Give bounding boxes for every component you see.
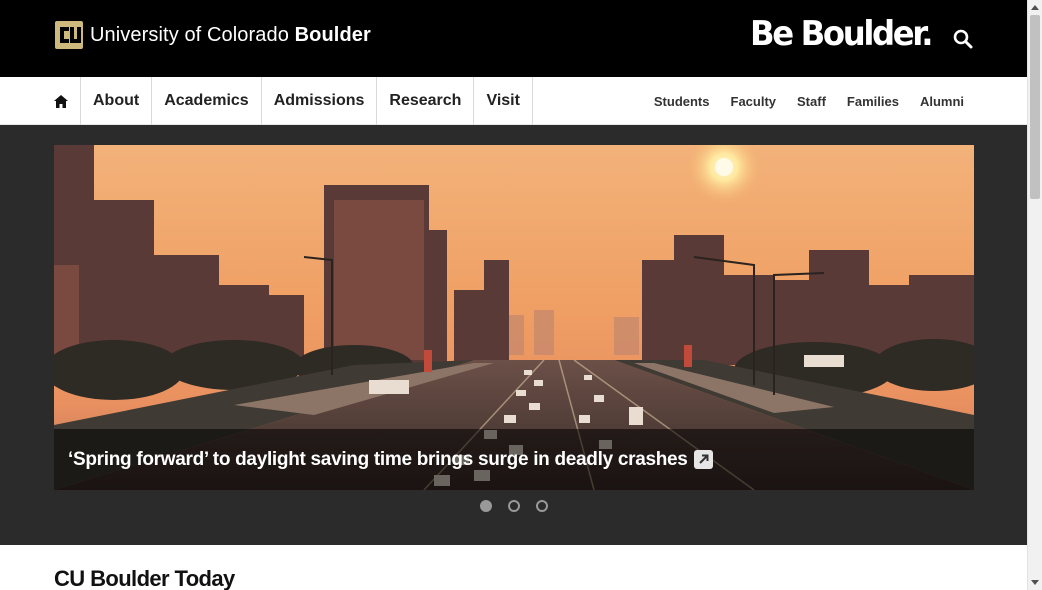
audience-link-families[interactable]: Families bbox=[847, 94, 899, 109]
section-title: CU Boulder Today bbox=[54, 566, 235, 590]
carousel-dot-2[interactable] bbox=[508, 500, 520, 512]
search-button[interactable] bbox=[952, 28, 974, 50]
nav-item-academics[interactable]: Academics bbox=[152, 77, 262, 125]
external-link-icon bbox=[693, 450, 713, 469]
cu-boulder-logo[interactable]: University of Colorado Boulder bbox=[54, 20, 371, 50]
hero-caption-link[interactable]: ‘Spring forward’ to daylight saving time… bbox=[54, 429, 974, 490]
be-boulder-tagline[interactable]: Be Boulder. bbox=[750, 14, 934, 54]
primary-nav: About Academics Admissions Research Visi… bbox=[54, 77, 533, 125]
carousel-pagination bbox=[480, 500, 548, 512]
scroll-down-arrow-icon[interactable] bbox=[1031, 580, 1039, 585]
site-header: University of Colorado Boulder Be Boulde… bbox=[0, 0, 1027, 77]
audience-nav: Students Faculty Staff Families Alumni bbox=[654, 77, 964, 125]
audience-link-staff[interactable]: Staff bbox=[797, 94, 826, 109]
audience-link-students[interactable]: Students bbox=[654, 94, 710, 109]
scrollbar-thumb[interactable] bbox=[1030, 15, 1040, 199]
scroll-up-arrow-icon[interactable] bbox=[1031, 5, 1039, 10]
cu-logo-icon bbox=[55, 21, 83, 49]
nav-item-about[interactable]: About bbox=[81, 77, 153, 125]
audience-link-alumni[interactable]: Alumni bbox=[920, 94, 964, 109]
nav-item-admissions[interactable]: Admissions bbox=[262, 77, 378, 125]
page-scrollbar[interactable] bbox=[1027, 0, 1042, 590]
hero-slide[interactable]: ‘Spring forward’ to daylight saving time… bbox=[54, 145, 974, 490]
audience-link-faculty[interactable]: Faculty bbox=[731, 94, 777, 109]
hero-caption: ‘Spring forward’ to daylight saving time… bbox=[68, 448, 688, 470]
main-navigation: About Academics Admissions Research Visi… bbox=[0, 77, 1027, 125]
carousel-dot-3[interactable] bbox=[536, 500, 548, 512]
hero-carousel: ‘Spring forward’ to daylight saving time… bbox=[0, 125, 1027, 545]
nav-home[interactable] bbox=[54, 77, 81, 125]
logo-text-bold: Boulder bbox=[294, 23, 371, 46]
logo-text-regular: University of Colorado bbox=[90, 23, 289, 46]
nav-item-research[interactable]: Research bbox=[377, 77, 475, 125]
nav-item-visit[interactable]: Visit bbox=[474, 77, 533, 125]
home-icon bbox=[54, 94, 68, 108]
search-icon bbox=[953, 29, 973, 49]
logo-wordmark: University of Colorado Boulder bbox=[90, 24, 371, 47]
carousel-dot-1[interactable] bbox=[480, 500, 492, 512]
